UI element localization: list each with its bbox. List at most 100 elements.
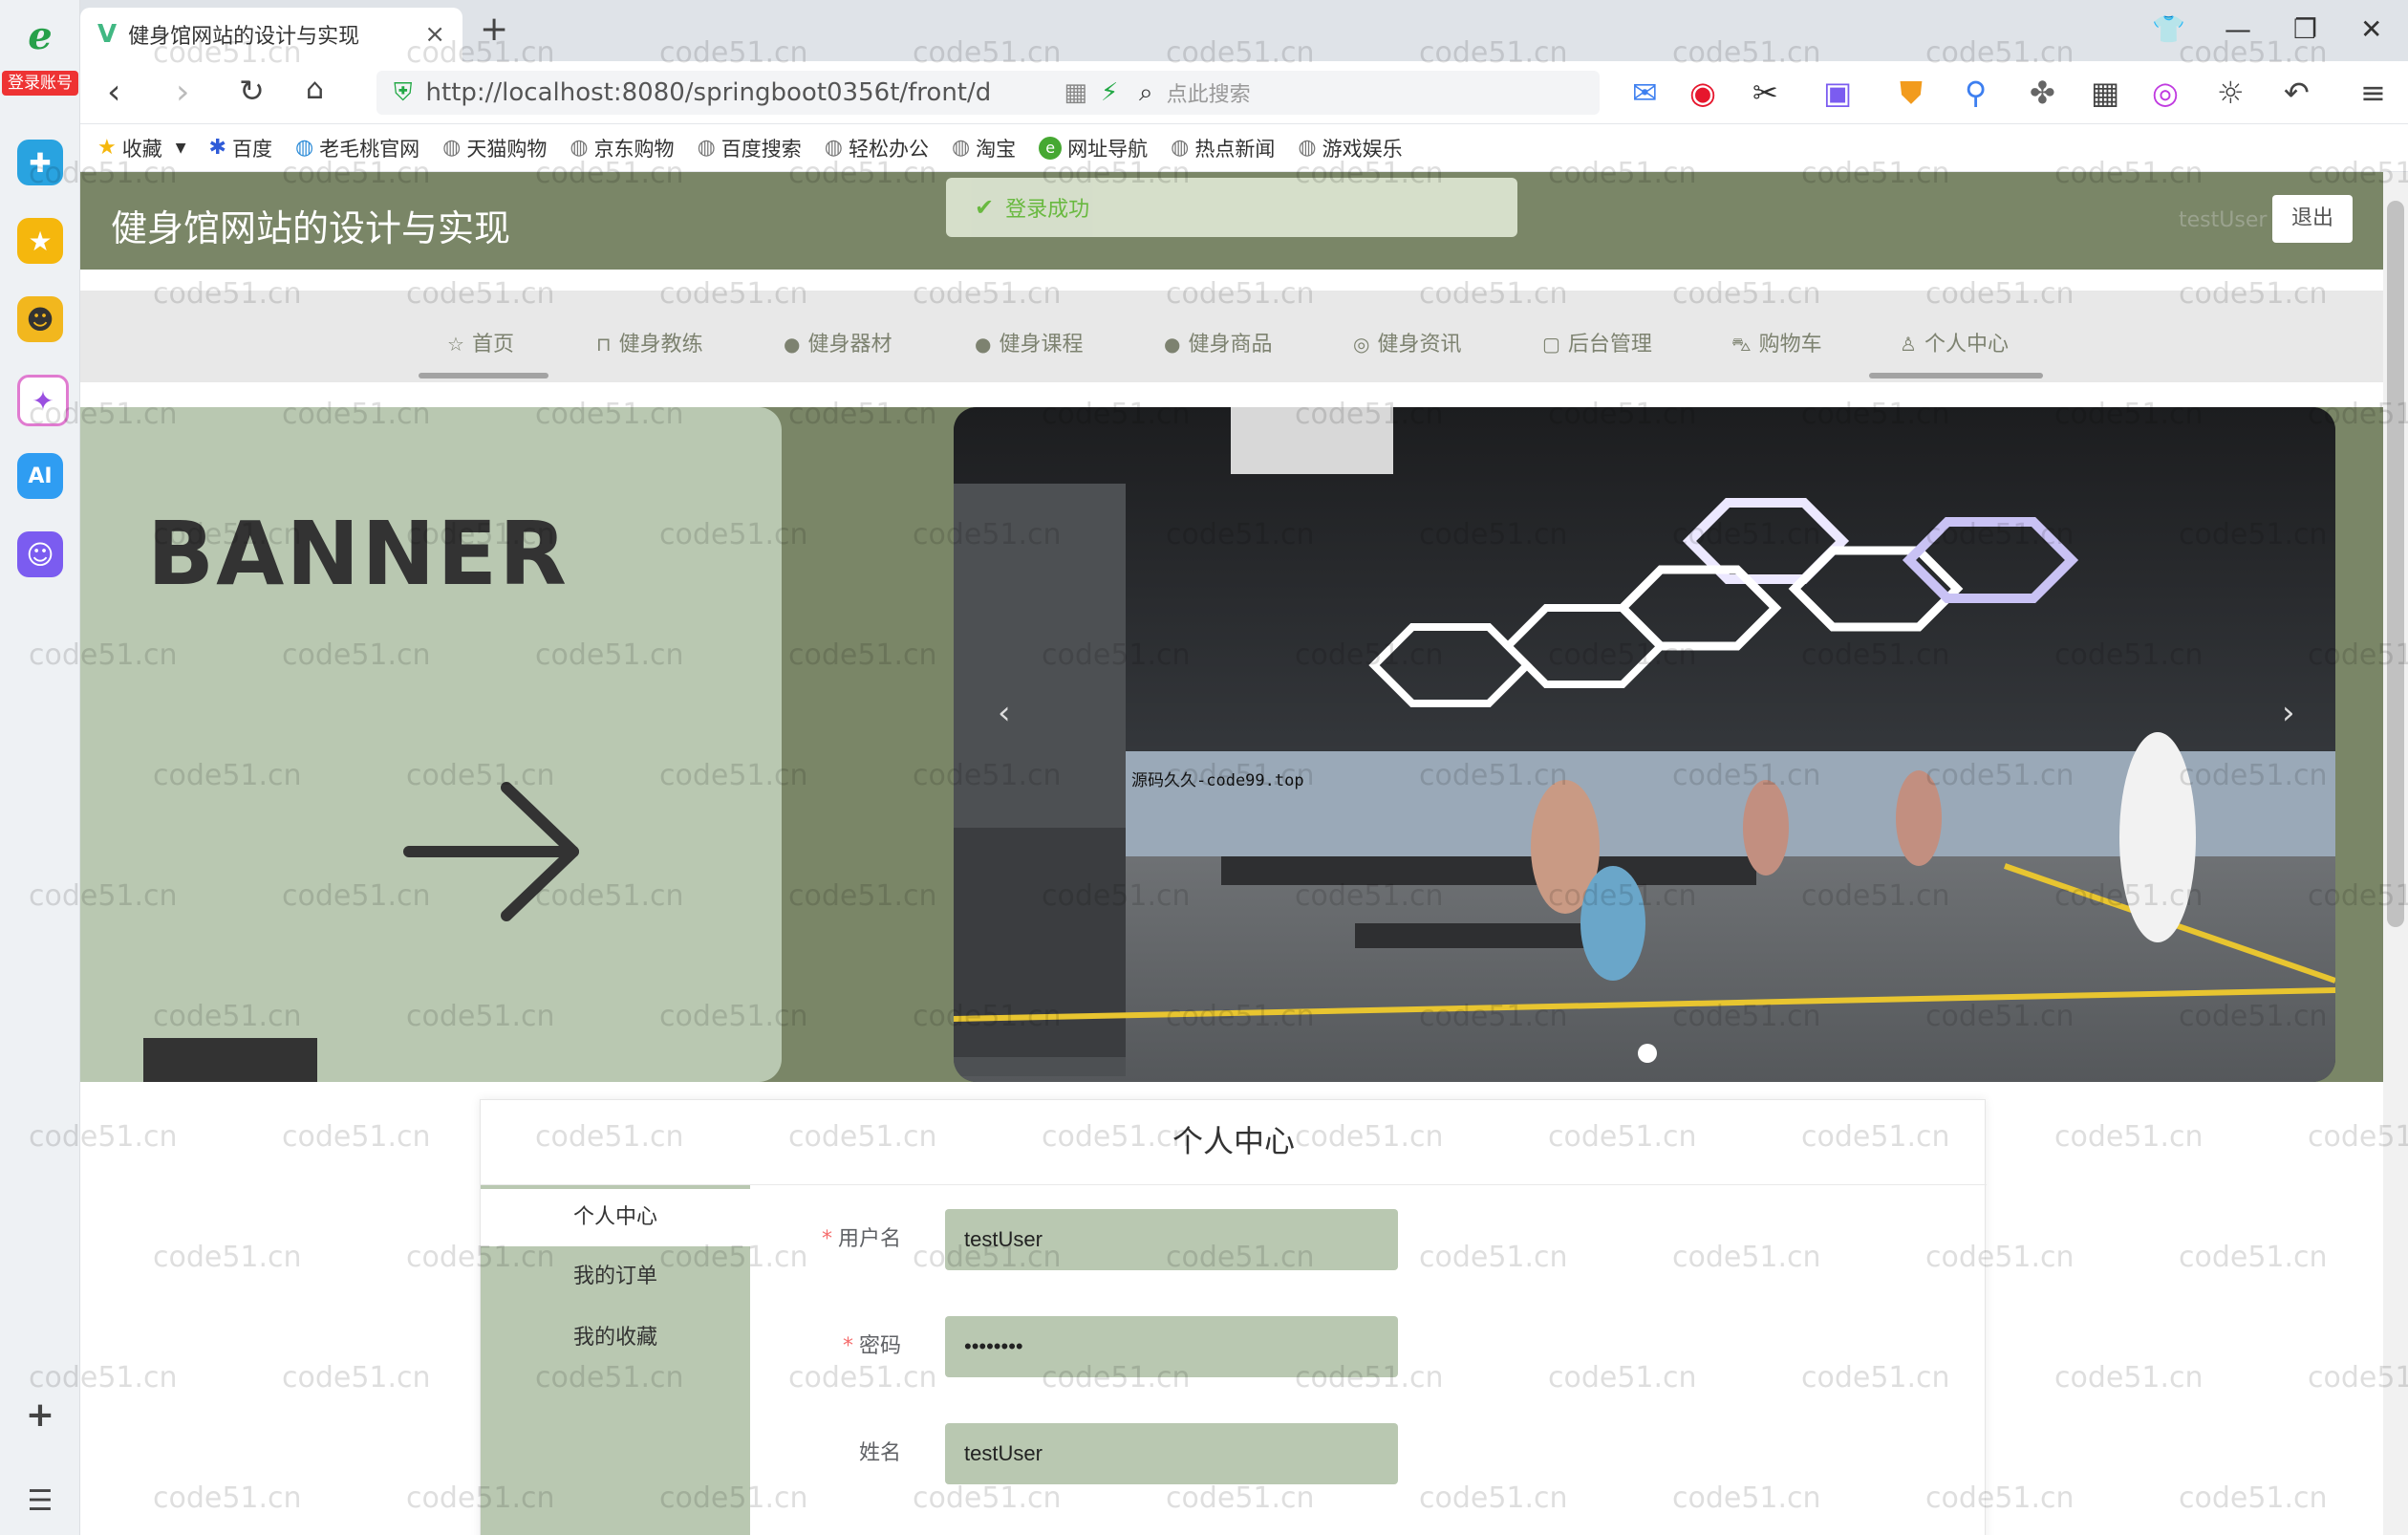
info-icon: ● <box>784 333 801 356</box>
carousel-prev-icon[interactable]: ‹ <box>998 694 1011 732</box>
photo-caption: 源码久久-code99.top <box>1131 771 1304 790</box>
address-bar[interactable]: ⛨ http://localhost:8080/springboot0356t/… <box>376 71 1170 115</box>
site-title: 健身馆网站的设计与实现 <box>111 207 511 249</box>
home-icon[interactable]: ⌂ <box>306 73 324 106</box>
nav-underline-home <box>419 373 548 378</box>
robot-icon[interactable]: ☻ <box>17 296 63 342</box>
scrollbar-thumb[interactable] <box>2387 201 2404 927</box>
compass-icon: e <box>1039 136 1063 160</box>
globe-icon: ◍ <box>1298 136 1317 160</box>
favorite-star-icon[interactable]: ★ <box>17 218 63 264</box>
paw-icon: ✱ <box>208 136 226 160</box>
menu-orders[interactable]: 我的订单 <box>481 1248 750 1306</box>
form-row-username: * 用户名 <box>767 1209 1436 1270</box>
close-tab-icon[interactable]: × <box>424 20 445 49</box>
nav-coaches[interactable]: ⊓ 健身教练 <box>596 327 703 357</box>
globe-icon: ◍ <box>824 136 843 160</box>
nav-news[interactable]: ◎ 健身资讯 <box>1353 327 1461 357</box>
gym-photo: 源码久久-code99.top ‹ › <box>954 407 2335 1082</box>
password-label: * 密码 <box>842 1334 901 1358</box>
cart-icon: ⛍ <box>1731 333 1752 356</box>
nav-products[interactable]: ● 健身商品 <box>1164 327 1272 357</box>
bookmark-nav[interactable]: e 网址导航 <box>1039 134 1148 162</box>
browser-tab[interactable]: V 健身馆网站的设计与实现 × <box>80 8 462 61</box>
search-box[interactable]: ⌕ 点此搜索 <box>1122 71 1600 115</box>
browser-logo-icon[interactable]: ℯ <box>17 13 63 59</box>
back-icon[interactable]: ‹ <box>107 73 120 112</box>
weibo-icon[interactable]: ◉ <box>1689 75 1716 111</box>
reload-icon[interactable]: ↻ <box>239 73 265 109</box>
apps-grid-icon[interactable]: ▦ <box>2091 75 2119 111</box>
banner-graphic: BANNER <box>80 407 782 1082</box>
qr-icon[interactable]: ▦ <box>1064 78 1087 107</box>
ai-icon[interactable]: AI <box>17 453 63 499</box>
bookmark-favorites[interactable]: ★ 收藏 ▼ <box>97 134 186 162</box>
login-account-badge[interactable]: 登录账号 <box>2 71 78 96</box>
carousel-dot-active[interactable] <box>1638 1044 1657 1063</box>
menu-favorites[interactable]: 我的收藏 <box>481 1309 750 1367</box>
mail-icon[interactable]: ✉ <box>1632 75 1658 111</box>
ai-tool-icon[interactable]: ◎ <box>2152 75 2179 111</box>
nav-courses[interactable]: ● 健身课程 <box>975 327 1083 357</box>
password-input[interactable] <box>945 1316 1398 1377</box>
nav-equipment[interactable]: ● 健身器材 <box>784 327 892 357</box>
name-input[interactable] <box>945 1423 1398 1484</box>
add-app-icon[interactable]: ✚ <box>17 140 63 185</box>
username-input[interactable] <box>945 1209 1398 1270</box>
info-icon: ● <box>1164 333 1181 356</box>
bookmark-laomaotao[interactable]: ◍ 老毛桃官网 <box>295 134 419 162</box>
bookmark-office[interactable]: ◍ 轻松办公 <box>825 134 929 162</box>
form-row-password: * 密码 <box>767 1316 1436 1377</box>
bookmark-taobao[interactable]: ◍ 淘宝 <box>952 134 1016 162</box>
target-icon: ◎ <box>1353 333 1370 356</box>
speed-icon[interactable]: ⚡ <box>1101 78 1118 107</box>
required-mark: * <box>842 1334 853 1358</box>
nav-home[interactable]: ☆ 首页 <box>447 327 514 357</box>
forward-icon[interactable]: › <box>176 73 189 112</box>
app-rail: ℯ 登录账号 ✚ ★ ☻ ✦ AI ☺ + ☰ <box>0 0 80 1535</box>
globe-icon: ◍ <box>697 136 716 160</box>
menu-icon[interactable]: ≡ <box>2360 75 2386 111</box>
arrow-right-icon <box>401 780 592 927</box>
add-icon[interactable]: + <box>17 1392 63 1438</box>
wallet-icon[interactable]: ⛊ <box>1900 75 1923 112</box>
scissors-icon[interactable]: ✂ <box>1752 75 1778 111</box>
globe-icon: ◍ <box>951 136 971 160</box>
undo-icon[interactable]: ↶ <box>2284 75 2310 111</box>
tab-bar: V 健身馆网站的设计与实现 × + 👕 — ❐ ✕ <box>80 0 2408 61</box>
bookmark-baidu[interactable]: ✱ 百度 <box>209 134 272 162</box>
nav-profile[interactable]: ♙ 个人中心 <box>1900 327 2009 357</box>
bookmark-games[interactable]: ◍ 游戏娱乐 <box>1298 134 1402 162</box>
carousel-next-icon[interactable]: › <box>2282 694 2295 732</box>
bag-icon: ⊓ <box>596 333 612 356</box>
new-tab-icon[interactable]: + <box>480 10 508 49</box>
skin-icon[interactable]: 👕 <box>2152 13 2185 45</box>
check-circle-icon: ✔ <box>975 194 995 221</box>
search-icon: ⌕ <box>1139 77 1153 107</box>
close-window-icon[interactable]: ✕ <box>2360 13 2382 45</box>
logout-button[interactable]: 退出 <box>2272 195 2353 243</box>
minimize-icon[interactable]: — <box>2225 13 2251 45</box>
bookmark-tmall[interactable]: ◍ 天猫购物 <box>442 134 547 162</box>
main-nav: ☆ 首页 ⊓ 健身教练 ● 健身器材 ● 健身课程 ● 健身商品 ◎ 健身资讯 ▢ 后台管理 … <box>80 291 2383 382</box>
menu-profile[interactable]: 个人中心 <box>481 1189 750 1246</box>
nav-admin[interactable]: ▢ 后台管理 <box>1542 327 1652 357</box>
restore-icon[interactable]: ❐ <box>2293 13 2317 45</box>
bookmark-jd[interactable]: ◍ 京东购物 <box>570 134 674 162</box>
star-icon: ☆ <box>447 333 464 356</box>
extensions-icon[interactable]: ✤ <box>2030 75 2055 111</box>
bookmark-news[interactable]: ◍ 热点新闻 <box>1171 134 1275 162</box>
brightness-icon[interactable]: ☼ <box>2217 75 2245 111</box>
name-label: 姓名 <box>858 1441 901 1465</box>
nav-cart[interactable]: ⛍ 购物车 <box>1731 327 1822 358</box>
menu-list-icon[interactable]: ☰ <box>17 1478 63 1524</box>
ai-assistant-icon[interactable]: ✦ <box>17 375 69 426</box>
translate-icon[interactable]: ▣ <box>1823 75 1852 111</box>
required-mark: * <box>821 1227 832 1251</box>
site-header: 健身馆网站的设计与实现 ✔ 登录成功 testUser 退出 <box>80 172 2383 270</box>
bookmark-baidu-search[interactable]: ◍ 百度搜索 <box>698 134 802 162</box>
toast-message: 登录成功 <box>1005 198 1090 222</box>
ghost-icon[interactable]: ☺ <box>17 531 63 577</box>
magnifier-icon[interactable]: ⚲ <box>1965 75 1987 111</box>
url-text: http://localhost:8080/springboot0356t/fr… <box>425 78 992 107</box>
